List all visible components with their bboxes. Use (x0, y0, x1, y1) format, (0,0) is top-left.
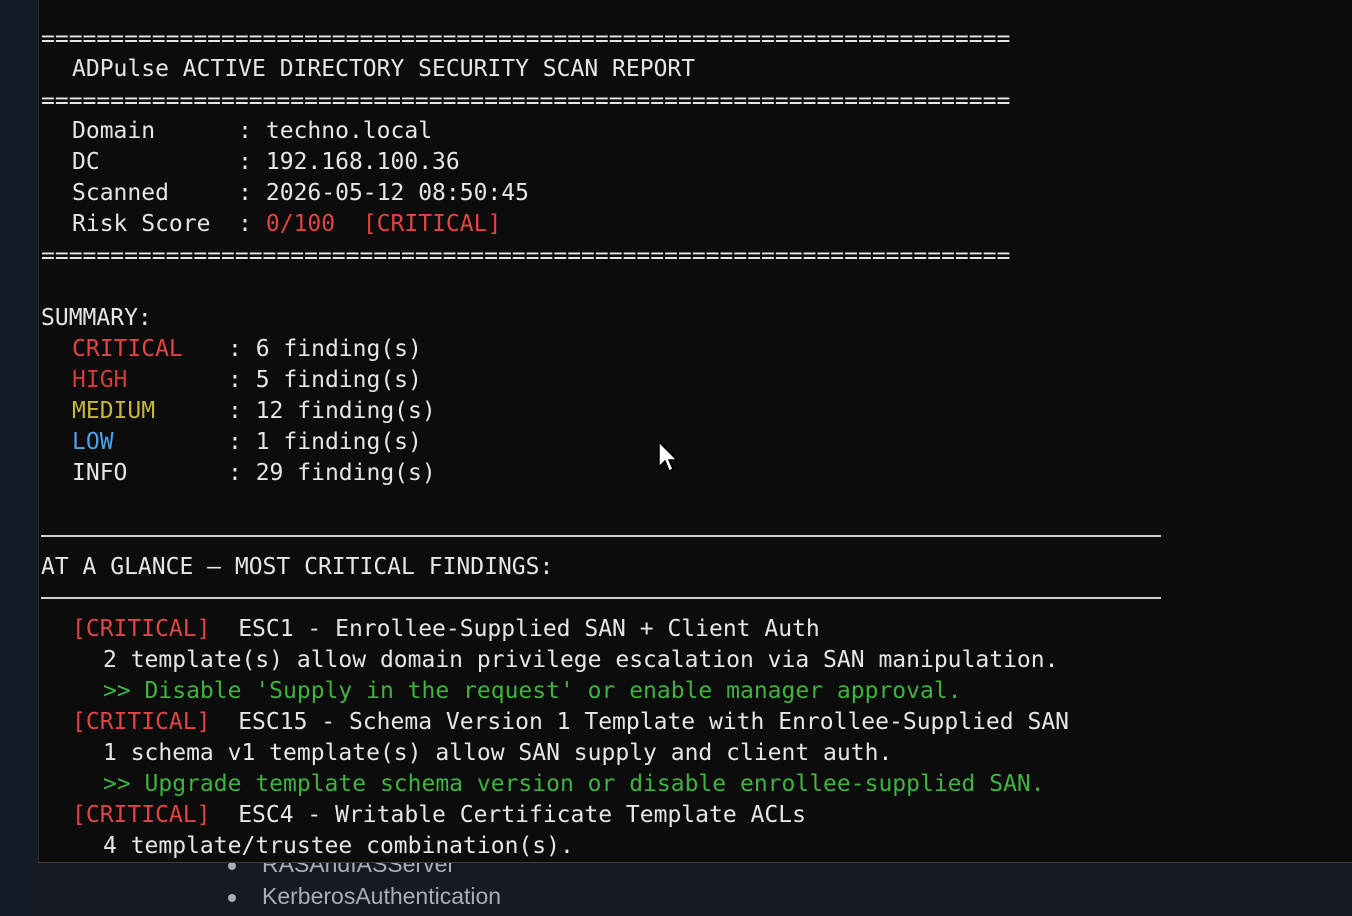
finding-title: ESC15 - Schema Version 1 Template with E… (238, 709, 1070, 735)
bullet-icon (228, 893, 236, 902)
terminal-window[interactable]: ========================================… (38, 0, 1352, 863)
risk-score-row: Risk Score : 0/100 [CRITICAL] (72, 211, 502, 237)
finding-severity: [CRITICAL] (72, 709, 211, 735)
summary-row-critical: CRITICAL: 6 finding(s) (72, 336, 422, 362)
domain-row: Domain : techno.local (72, 118, 433, 144)
glance-heading: AT A GLANCE — MOST CRITICAL FINDINGS: (41, 554, 554, 580)
finding-severity: [CRITICAL] (72, 616, 211, 642)
finding-detail: 1 schema v1 template(s) allow SAN supply… (103, 740, 893, 766)
background-list-item: KerberosAuthentication (228, 883, 501, 910)
finding-remediation: >> Upgrade template schema version or di… (103, 771, 1045, 797)
divider-rule (41, 597, 1161, 599)
background-window: RASAndIASServer KerberosAuthentication (38, 851, 1352, 916)
finding-title-row: [CRITICAL] ESC4 - Writable Certificate T… (41, 800, 806, 831)
desktop-screen: RASAndIASServer KerberosAuthentication =… (0, 0, 1352, 916)
summary-row-low: LOW: 1 finding(s) (72, 429, 422, 455)
finding-title-row: [CRITICAL] ESC1 - Enrollee-Supplied SAN … (41, 614, 820, 645)
risk-score-value: 0/100 (265, 211, 336, 237)
divider-rule (41, 535, 1161, 537)
mouse-pointer-icon (658, 441, 679, 473)
finding-title-row: [CRITICAL] ESC15 - Schema Version 1 Temp… (41, 707, 1069, 738)
summary-row-info: INFO: 29 finding(s) (72, 460, 436, 486)
separator-line: ========================================… (41, 88, 1011, 114)
summary-heading: SUMMARY: (41, 305, 152, 331)
summary-row-high: HIGH: 5 finding(s) (72, 367, 422, 393)
bullet-icon (228, 861, 236, 870)
risk-level-badge: [CRITICAL] (362, 211, 502, 237)
scanned-row: Scanned : 2026-05-12 08:50:45 (72, 180, 529, 206)
dc-row: DC : 192.168.100.36 (72, 149, 460, 175)
separator-line: ========================================… (41, 26, 1011, 52)
summary-row-medium: MEDIUM: 12 finding(s) (72, 398, 436, 424)
domain-value: techno.local (265, 118, 433, 144)
separator-line: ========================================… (41, 243, 1011, 269)
dc-value: 192.168.100.36 (265, 149, 460, 175)
finding-detail: 4 template/trustee combination(s). (103, 833, 574, 859)
finding-detail: 2 template(s) allow domain privilege esc… (103, 647, 1059, 673)
finding-remediation: >> Disable 'Supply in the request' or en… (103, 678, 962, 704)
finding-title: ESC4 - Writable Certificate Template ACL… (238, 802, 806, 828)
scanned-value: 2026-05-12 08:50:45 (265, 180, 529, 206)
finding-severity: [CRITICAL] (72, 802, 211, 828)
report-title: ADPulse ACTIVE DIRECTORY SECURITY SCAN R… (72, 56, 696, 82)
finding-title: ESC1 - Enrollee-Supplied SAN + Client Au… (238, 616, 820, 642)
left-window-edge (0, 0, 38, 916)
